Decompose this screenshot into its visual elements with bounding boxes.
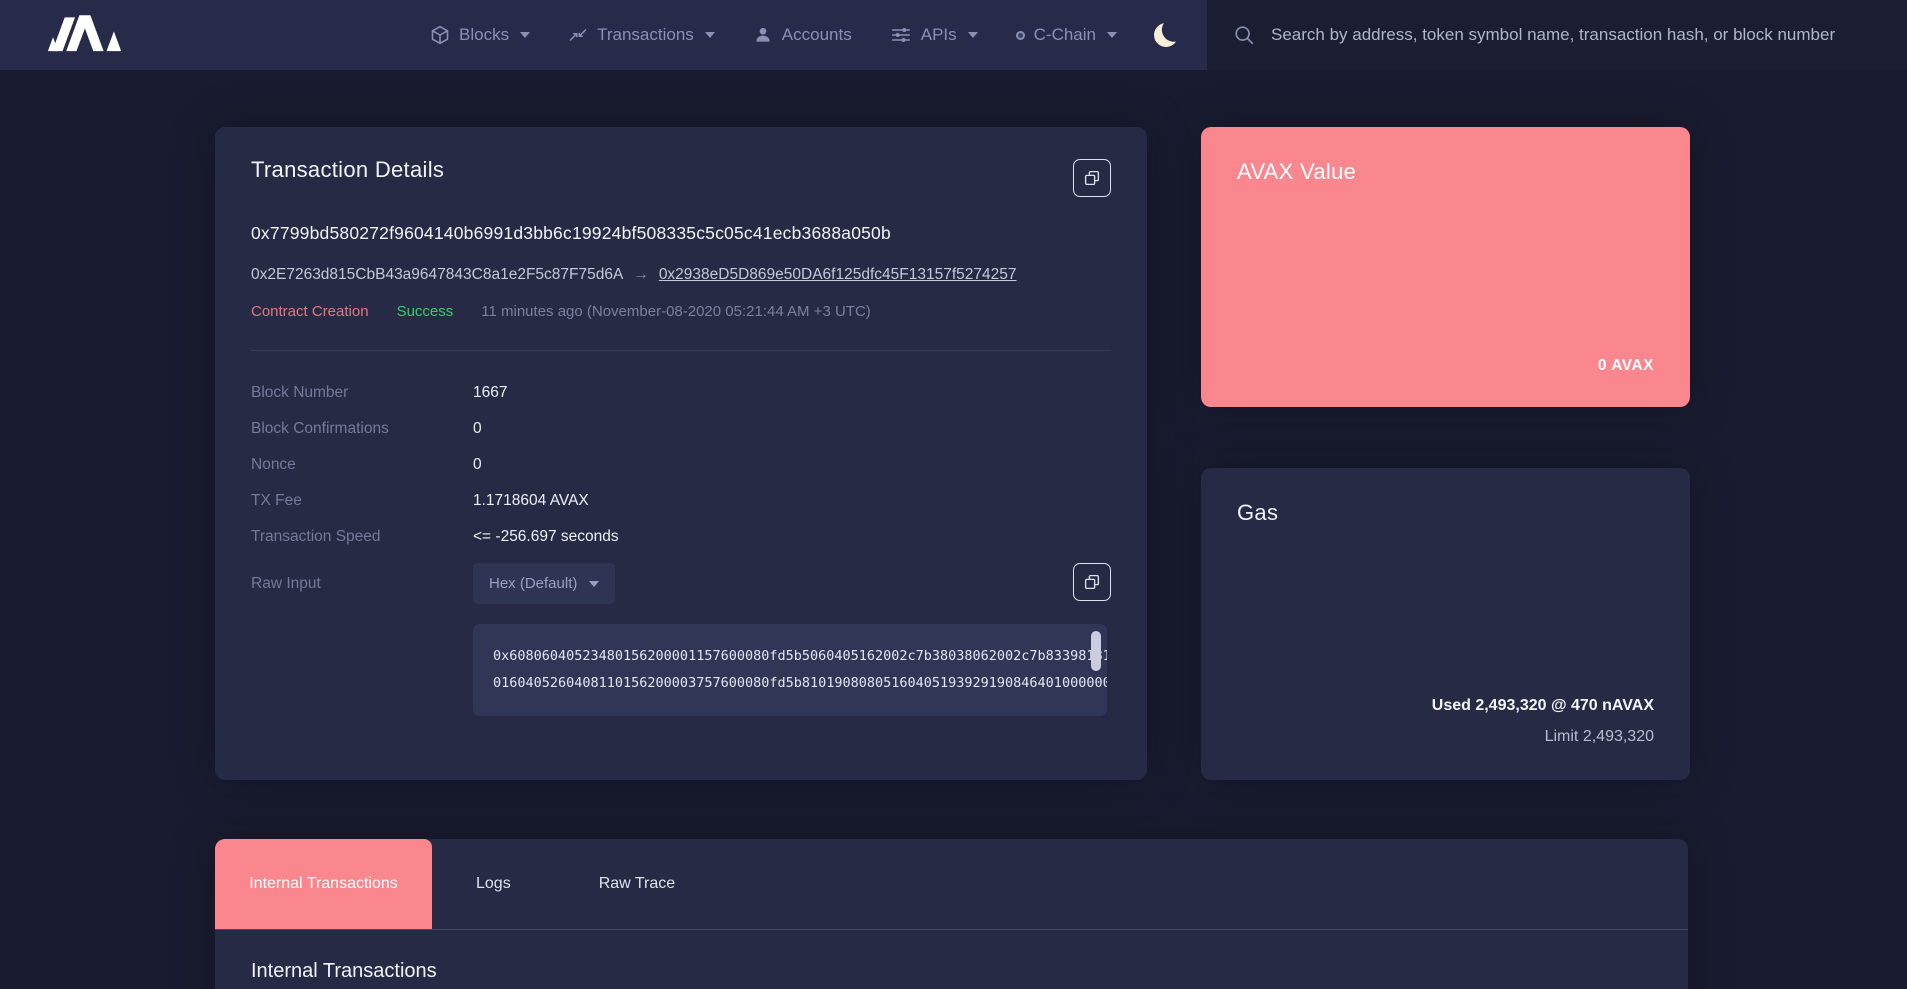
- search-input[interactable]: [1271, 25, 1881, 45]
- avax-value-title: AVAX Value: [1237, 159, 1654, 185]
- raw-input-format-dropdown[interactable]: Hex (Default): [473, 563, 615, 604]
- nav-item-transactions[interactable]: Transactions: [568, 25, 715, 45]
- transaction-hash: 0x7799bd580272f9604140b6991d3bb6c19924bf…: [251, 223, 1111, 244]
- gas-limit: Limit 2,493,320: [1432, 728, 1654, 746]
- avax-value-amount: 0 AVAX: [1598, 357, 1654, 375]
- field-row-block-confirmations: Block Confirmations 0: [251, 411, 1111, 447]
- field-label: Transaction Speed: [251, 528, 473, 546]
- chevron-down-icon: [968, 32, 978, 38]
- main-content: Transaction Details 0x7799bd580272f96041…: [0, 70, 1907, 989]
- raw-input-label: Raw Input: [251, 563, 473, 716]
- top-navbar: Blocks Transactions Accounts: [0, 0, 1907, 70]
- gas-card: Gas Used 2,493,320 @ 470 nAVAX Limit 2,4…: [1201, 468, 1690, 780]
- copy-icon: [1083, 573, 1101, 591]
- chain-dot-icon: [1016, 31, 1025, 40]
- avalanche-logo[interactable]: [0, 0, 200, 70]
- search-icon: [1233, 24, 1255, 46]
- gas-title: Gas: [1237, 500, 1654, 526]
- gas-used: Used 2,493,320 @ 470 nAVAX: [1432, 697, 1654, 715]
- nav-label-blocks: Blocks: [459, 25, 509, 45]
- tab-bar: Internal Transactions Logs Raw Trace: [215, 839, 1688, 930]
- field-row-tx-fee: TX Fee 1.1718604 AVAX: [251, 483, 1111, 519]
- field-label: Block Number: [251, 384, 473, 402]
- copy-transaction-button[interactable]: [1073, 159, 1111, 197]
- tab-internal-transactions[interactable]: Internal Transactions: [215, 839, 432, 929]
- tab-raw-trace[interactable]: Raw Trace: [555, 839, 719, 929]
- moon-icon: [1151, 20, 1180, 49]
- field-value: 0: [473, 456, 482, 474]
- tab-logs[interactable]: Logs: [432, 839, 555, 929]
- from-address: 0x2E7263d815CbB43a9647843C8a1e2F5c87F75d…: [251, 266, 623, 284]
- field-value: 1667: [473, 384, 507, 402]
- nav-item-apis[interactable]: APIs: [890, 25, 978, 45]
- raw-input-data: 0x60806040523480156200001157600080fd5b50…: [473, 624, 1107, 716]
- field-row-block-number: Block Number 1667: [251, 375, 1111, 411]
- main-navigation: Blocks Transactions Accounts: [430, 0, 1117, 70]
- search-bar: [1207, 0, 1907, 70]
- raw-input-line-2: 0160405260408110156200003757600080fd5b81…: [493, 670, 1073, 697]
- nav-item-accounts[interactable]: Accounts: [753, 25, 852, 45]
- to-address-link[interactable]: 0x2938eD5D869e50DA6f125dfc45F13157f52742…: [659, 266, 1017, 284]
- transaction-fields: Block Number 1667 Block Confirmations 0 …: [251, 375, 1111, 555]
- timestamp: 11 minutes ago (November-08-2020 05:21:4…: [481, 303, 871, 320]
- raw-input-row: Raw Input Hex (Default) 0x60806040523480…: [251, 563, 1111, 716]
- nav-item-blocks[interactable]: Blocks: [430, 25, 530, 45]
- chevron-down-icon: [520, 32, 530, 38]
- nav-label-accounts: Accounts: [782, 25, 852, 45]
- field-value: <= -256.697 seconds: [473, 528, 619, 546]
- cube-icon: [430, 25, 450, 45]
- avax-value-card: AVAX Value 0 AVAX: [1201, 127, 1690, 407]
- internal-transactions-heading: Internal Transactions: [251, 960, 1652, 983]
- scrollbar-thumb[interactable]: [1091, 631, 1101, 671]
- field-row-nonce: Nonce 0: [251, 447, 1111, 483]
- field-value: 0: [473, 420, 482, 438]
- theme-toggle-button[interactable]: [1143, 0, 1189, 70]
- chevron-down-icon: [589, 581, 599, 587]
- transaction-tabs-section: Internal Transactions Logs Raw Trace Int…: [215, 839, 1688, 989]
- transfer-arrows-icon: [568, 25, 588, 45]
- avalanche-logo-icon: [42, 12, 130, 58]
- nav-item-chain-selector[interactable]: C-Chain: [1016, 25, 1117, 45]
- raw-input-format-value: Hex (Default): [489, 575, 577, 592]
- right-column: AVAX Value 0 AVAX Gas Used 2,493,320 @ 4…: [1201, 127, 1690, 780]
- transaction-badges: Contract Creation Success 11 minutes ago…: [251, 303, 1111, 320]
- sliders-icon: [890, 25, 912, 45]
- chevron-down-icon: [1107, 32, 1117, 38]
- nav-label-transactions: Transactions: [597, 25, 694, 45]
- raw-input-line-1: 0x60806040523480156200001157600080fd5b50…: [493, 643, 1073, 670]
- copy-icon: [1083, 169, 1101, 187]
- code-scrollbar[interactable]: [1091, 631, 1101, 709]
- nav-label-c-chain: C-Chain: [1034, 25, 1096, 45]
- person-icon: [753, 25, 773, 45]
- nav-label-apis: APIs: [921, 25, 957, 45]
- divider: [251, 350, 1111, 351]
- field-value: 1.1718604 AVAX: [473, 492, 589, 510]
- copy-raw-input-button[interactable]: [1073, 563, 1111, 601]
- transaction-route: 0x2E7263d815CbB43a9647843C8a1e2F5c87F75d…: [251, 266, 1111, 284]
- field-label: Block Confirmations: [251, 420, 473, 438]
- transaction-details-title: Transaction Details: [251, 157, 1111, 183]
- field-label: TX Fee: [251, 492, 473, 510]
- chevron-down-icon: [705, 32, 715, 38]
- transaction-details-card: Transaction Details 0x7799bd580272f96041…: [215, 127, 1147, 780]
- field-row-transaction-speed: Transaction Speed <= -256.697 seconds: [251, 519, 1111, 555]
- field-label: Nonce: [251, 456, 473, 474]
- status-badge: Success: [397, 303, 454, 320]
- route-arrow-icon: →: [633, 266, 649, 284]
- transaction-type-badge: Contract Creation: [251, 303, 369, 320]
